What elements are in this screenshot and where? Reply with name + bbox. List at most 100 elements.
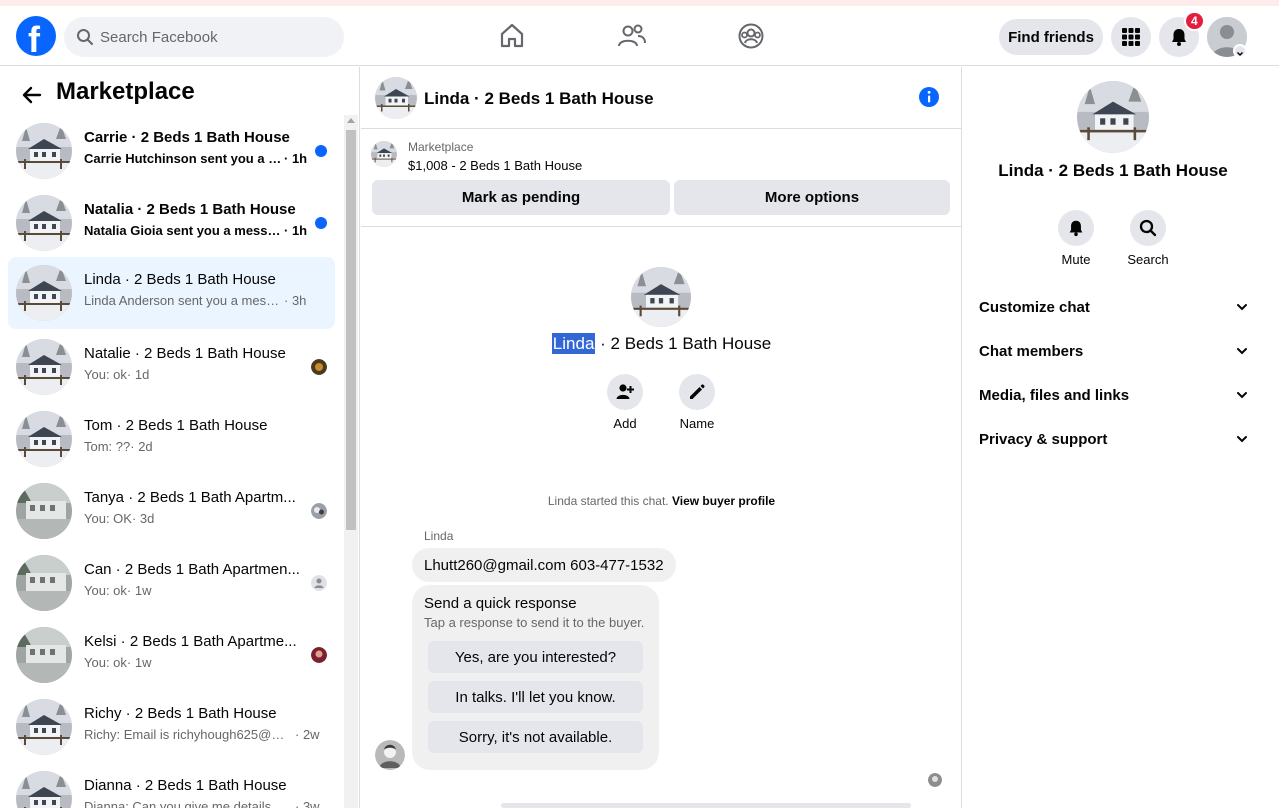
inbox-scrollbar[interactable] [344, 115, 358, 808]
scrollbar-thumb[interactable] [346, 130, 356, 530]
message-bubble[interactable]: Lhutt260@gmail.com 603-477-1532 [412, 548, 676, 582]
selected-name-text: Linda [551, 333, 596, 354]
menu-grid-icon [1122, 28, 1140, 46]
quick-response-title: Send a quick response [424, 595, 577, 612]
privacy-support-section[interactable]: Privacy & support [979, 417, 1249, 461]
page-scrollbar-track[interactable] [1263, 67, 1279, 808]
conversation-avatar [631, 267, 691, 327]
conversation-item[interactable]: Natalia · 2 Beds 1 Bath House Natalia Gi… [8, 189, 335, 257]
conversation-snippet: You: ok · 1w [84, 583, 152, 598]
mute-label: Mute [1061, 252, 1091, 267]
marketplace-inbox: Marketplace Carrie · 2 Beds 1 Bath House… [0, 67, 360, 808]
conversation-item[interactable]: Tanya · 2 Beds 1 Bath Apartm... You: OK ·… [8, 477, 335, 545]
conversation-title: Natalie · 2 Beds 1 Bath House [84, 345, 286, 362]
chat-avatar[interactable] [375, 77, 417, 119]
account-chevron-icon[interactable] [1233, 44, 1247, 58]
edit-name-action[interactable]: Name [667, 374, 727, 431]
read-receipt-avatar [311, 647, 327, 663]
conversation-title: Dianna · 2 Beds 1 Bath House [84, 777, 287, 794]
inbox-header: Marketplace [0, 67, 359, 119]
chevron-down-icon [1237, 436, 1247, 443]
listing-thumbnail[interactable] [371, 141, 397, 167]
chat-panel: Linda · 2 Beds 1 Bath House Marketplace … [361, 67, 962, 808]
conversation-title: Natalia · 2 Beds 1 Bath House [84, 201, 296, 218]
chevron-down-icon [1237, 304, 1247, 311]
listing-thumbnail [16, 411, 72, 467]
conversation-item[interactable]: Dianna · 2 Beds 1 Bath House Dianna: Can… [8, 765, 335, 808]
conversation-item[interactable]: Can · 2 Beds 1 Bath Apartmen... You: ok ·… [8, 549, 335, 617]
listing-banner: Marketplace $1,008 - 2 Beds 1 Bath House… [361, 129, 961, 227]
conversation-snippet: Natalia Gioia sent you a messag... · 1h [84, 223, 308, 238]
view-buyer-profile-link[interactable]: View buyer profile [672, 494, 775, 508]
quick-response-option[interactable]: In talks. I'll let you know. [428, 681, 643, 713]
pencil-icon [690, 384, 705, 399]
conversation-snippet: Richy: Email is richyhough625@g... · 2w [84, 727, 320, 742]
quick-response-card: Send a quick response Tap a response to … [412, 585, 659, 770]
seen-receipt-avatar [928, 773, 942, 787]
listing-thumbnail [16, 627, 72, 683]
notification-badge: 4 [1184, 11, 1205, 31]
menu-button[interactable] [1111, 17, 1151, 57]
info-icon[interactable] [918, 86, 940, 108]
quick-response-option[interactable]: Sorry, it's not available. [428, 721, 643, 753]
chat-started-notice: Linda started this chat. View buyer prof… [547, 494, 776, 508]
conversation-snippet: You: ok · 1d [84, 367, 150, 382]
search-icon [1139, 219, 1157, 237]
bell-icon [1069, 220, 1083, 237]
unread-dot [315, 145, 327, 157]
add-person-icon [616, 384, 634, 399]
chevron-down-icon [1237, 392, 1247, 399]
listing-thumbnail [16, 699, 72, 755]
chat-details-panel: Linda · 2 Beds 1 Bath House Mute Search … [963, 67, 1263, 808]
conversation-snippet: You: OK · 3d [84, 511, 155, 526]
conversation-snippet: Dianna: Can you give me details a... · 3w [84, 799, 320, 808]
conversation-title: Linda · 2 Beds 1 Bath House [551, 333, 772, 354]
conversation-item[interactable]: Carrie · 2 Beds 1 Bath House Carrie Hutc… [8, 117, 335, 185]
bell-icon [1172, 29, 1186, 46]
listing-tag: Marketplace [408, 140, 474, 154]
unread-dot [315, 217, 327, 229]
search-input[interactable] [100, 17, 330, 57]
sender-name: Linda [424, 529, 454, 543]
name-label: Name [679, 416, 715, 431]
scroll-up-arrow-icon[interactable] [347, 118, 355, 123]
conversation-item-active[interactable]: Linda · 2 Beds 1 Bath House Linda Anders… [8, 257, 335, 329]
groups-icon[interactable] [735, 20, 767, 52]
friends-icon[interactable] [616, 20, 648, 52]
conversation-item[interactable]: Tom · 2 Beds 1 Bath House Tom: ?? · 2d [8, 405, 335, 473]
details-avatar [1077, 81, 1149, 153]
conversation-item[interactable]: Kelsi · 2 Beds 1 Bath Apartme... You: ok… [8, 621, 335, 689]
read-receipt-avatar [311, 503, 327, 519]
mute-action[interactable]: Mute [1046, 210, 1106, 267]
conversation-snippet: Carrie Hutchinson sent you a m... · 1h [84, 151, 308, 166]
customize-chat-section[interactable]: Customize chat [979, 285, 1249, 329]
conversation-snippet: You: ok · 1w [84, 655, 152, 670]
chat-members-section[interactable]: Chat members [979, 329, 1249, 373]
find-friends-button[interactable]: Find friends [999, 19, 1103, 55]
chat-title[interactable]: Linda · 2 Beds 1 Bath House [424, 89, 654, 109]
back-arrow-icon[interactable] [16, 79, 48, 111]
listing-thumbnail [16, 195, 72, 251]
add-people-action[interactable]: Add [595, 374, 655, 431]
listing-thumbnail [16, 123, 72, 179]
media-files-links-section[interactable]: Media, files and links [979, 373, 1249, 417]
conversation-snippet: Linda Anderson sent you a messag... · 3h [84, 293, 307, 308]
conversation-title: Carrie · 2 Beds 1 Bath House [84, 129, 290, 146]
quick-response-option[interactable]: Yes, are you interested? [428, 641, 643, 673]
listing-thumbnail [16, 555, 72, 611]
mark-as-pending-button[interactable]: Mark as pending [372, 180, 670, 215]
more-options-button[interactable]: More options [674, 180, 950, 215]
search-action[interactable]: Search [1118, 210, 1178, 267]
listing-price[interactable]: $1,008 - 2 Beds 1 Bath House [408, 158, 582, 173]
conversation-item[interactable]: Natalie · 2 Beds 1 Bath House You: ok · 1… [8, 333, 335, 401]
listing-thumbnail [16, 339, 72, 395]
top-navigation-bar: f Find friends 4 [0, 6, 1279, 66]
conversation-title: Tanya · 2 Beds 1 Bath Apartm... [84, 489, 296, 506]
facebook-logo[interactable]: f [16, 16, 56, 56]
sender-avatar[interactable] [375, 740, 405, 770]
home-icon[interactable] [496, 20, 528, 52]
conversation-item[interactable]: Richy · 2 Beds 1 Bath House Richy: Email… [8, 693, 335, 761]
search-box[interactable] [64, 17, 344, 57]
chat-header: Linda · 2 Beds 1 Bath House [361, 67, 961, 129]
listing-thumbnail [16, 265, 72, 321]
